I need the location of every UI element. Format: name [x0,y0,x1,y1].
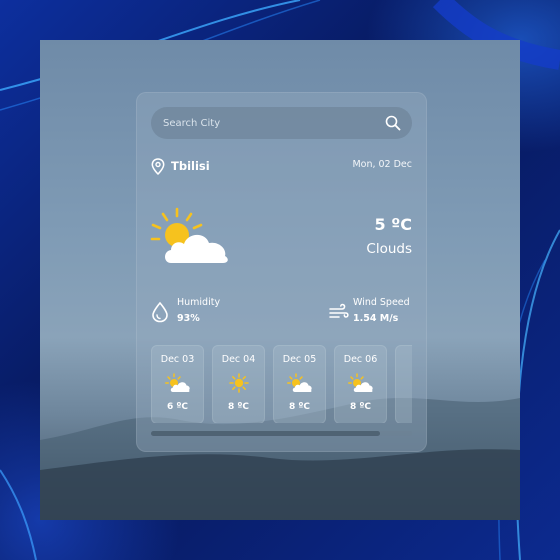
wind-speed-label: Wind Speed [353,297,410,308]
scrollbar-thumb[interactable] [151,431,380,436]
search-icon[interactable] [384,114,402,132]
forecast-card[interactable]: Dec 04 8 ºC [212,345,265,423]
current-condition: Clouds [366,241,412,257]
forecast-temperature: 8 ºC [349,402,372,412]
partly-cloudy-icon [287,373,312,392]
wind-icon [329,303,349,318]
forecast-card[interactable]: D [395,345,412,423]
forecast-date: Dec 03 [160,354,195,365]
forecast-card[interactable]: Dec 03 6 ºC [151,345,204,423]
wind-speed-stat: Wind Speed 1.54 M/s [329,297,412,327]
forecast-date: Dec 04 [221,354,256,365]
wind-speed-value: 1.54 M/s [353,313,399,324]
location: Tbilisi [151,157,210,175]
search-input[interactable] [163,107,373,139]
partly-cloudy-icon [348,373,373,392]
map-pin-icon [151,157,165,175]
forecast-temperature: 6 ºC [166,402,189,412]
forecast-temperature: 8 ºC [227,402,250,412]
forecast-date: Dec 05 [282,354,317,365]
weather-card: Tbilisi Mon, 02 Dec 5 ºC Clouds Humidity… [136,92,427,452]
search-bar [151,107,412,139]
partly-cloudy-icon [150,207,228,263]
forecast-scrollbar[interactable] [151,431,412,436]
sun-icon [229,373,249,393]
current-date: Mon, 02 Dec [352,159,412,170]
forecast-date: D [396,354,412,365]
forecast-temperature: 8 ºC [288,402,311,412]
droplet-icon [152,301,168,323]
forecast-card[interactable]: Dec 06 8 ºC [334,345,387,423]
forecast-strip[interactable]: Dec 03 6 ºC Dec 04 8 ºC Dec 05 8 ºC Dec … [151,345,412,423]
partly-cloudy-icon [165,373,190,392]
current-temperature: 5 ºC [374,215,412,234]
humidity-value: 93% [177,313,200,324]
forecast-date: Dec 06 [343,354,378,365]
sun-icon [409,373,412,393]
humidity-label: Humidity [177,297,221,308]
forecast-card[interactable]: Dec 05 8 ºC [273,345,326,423]
city-name: Tbilisi [171,159,210,173]
